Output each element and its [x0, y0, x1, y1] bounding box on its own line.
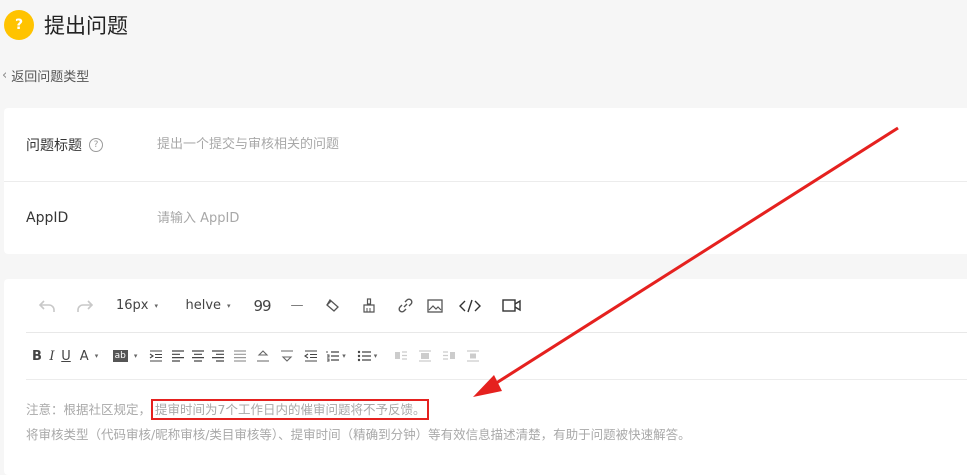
- notice-prefix: 注意：根据社区规定，: [26, 402, 152, 417]
- font-size-value: 16px: [115, 298, 149, 313]
- caret-down-icon: ▾: [94, 352, 99, 360]
- notice-line-2: 将审核类型（代码审核/昵称审核/类目审核等）、提审时间（精确到分钟）等有效信息描…: [26, 427, 691, 442]
- appid-input[interactable]: [157, 210, 717, 226]
- blockquote-button[interactable]: 99: [249, 279, 275, 332]
- caret-down-icon: ▾: [133, 352, 138, 360]
- line-height-icon[interactable]: [254, 333, 272, 379]
- back-link-label: 返回问题类型: [11, 70, 90, 85]
- redo-icon[interactable]: [72, 279, 98, 332]
- caret-down-icon: ▾: [227, 301, 231, 310]
- video-icon[interactable]: [499, 279, 523, 332]
- align-left-icon[interactable]: [169, 333, 187, 379]
- caret-down-icon: ▾: [154, 301, 158, 310]
- horizontal-rule-button[interactable]: —: [284, 279, 310, 332]
- format-brush-icon[interactable]: [358, 279, 380, 332]
- help-icon[interactable]: ?: [89, 137, 103, 152]
- editor-placeholder-notice[interactable]: 注意：根据社区规定， 提审时间为7个工作日内的催审问题将不予反馈。 将审核类型（代…: [26, 397, 691, 447]
- page-header: ? 提出问题: [4, 8, 128, 42]
- notice-line-1: 注意：根据社区规定， 提审时间为7个工作日内的催审问题将不予反馈。: [26, 397, 691, 422]
- caret-down-icon: ▾: [342, 352, 346, 360]
- align-right-icon[interactable]: [209, 333, 227, 379]
- rich-text-editor: 16px ▾ helve ▾ 99 — B I U A ▾ ab ▾ ▾ ▾ 注…: [4, 279, 967, 475]
- undo-icon[interactable]: [34, 279, 60, 332]
- caret-down-icon: ▾: [373, 352, 378, 360]
- outdent-icon[interactable]: [302, 333, 320, 379]
- eraser-icon[interactable]: [321, 279, 343, 332]
- bold-button[interactable]: B: [30, 333, 44, 379]
- float-none-icon[interactable]: [416, 333, 434, 379]
- appid-label: AppID: [26, 210, 69, 226]
- background-color-icon: ab: [112, 350, 128, 362]
- appid-row: AppID: [4, 181, 967, 254]
- question-form-card: 问题标题 ? AppID: [4, 108, 967, 254]
- title-label: 问题标题 ?: [26, 135, 157, 155]
- title-label-text: 问题标题: [26, 137, 82, 154]
- font-family-select[interactable]: helve ▾: [180, 279, 236, 332]
- italic-button[interactable]: I: [46, 333, 58, 379]
- float-center-icon[interactable]: [464, 333, 482, 379]
- highlighted-notice: 提审时间为7个工作日内的催审问题将不予反馈。: [151, 399, 430, 420]
- paragraph-spacing-icon[interactable]: [278, 333, 296, 379]
- indent-icon[interactable]: [147, 333, 165, 379]
- link-icon[interactable]: [394, 279, 416, 332]
- align-center-icon[interactable]: [189, 333, 207, 379]
- font-size-select[interactable]: 16px ▾: [110, 279, 164, 332]
- font-color-select[interactable]: A ▾: [76, 333, 102, 379]
- code-icon[interactable]: [456, 279, 484, 332]
- title-row: 问题标题 ?: [4, 108, 967, 181]
- editor-toolbar-bottom: B I U A ▾ ab ▾ ▾ ▾: [26, 333, 967, 380]
- question-badge-icon: ?: [4, 10, 34, 40]
- question-title-input[interactable]: [157, 137, 717, 152]
- justify-icon[interactable]: [231, 333, 249, 379]
- float-left-icon[interactable]: [392, 333, 410, 379]
- image-icon[interactable]: [424, 279, 446, 332]
- unordered-list-icon[interactable]: ▾: [354, 333, 380, 379]
- chevron-left-icon: ‹: [2, 68, 8, 83]
- underline-button[interactable]: U: [59, 333, 73, 379]
- ordered-list-icon[interactable]: ▾: [324, 333, 348, 379]
- back-to-question-types-link[interactable]: ‹ 返回问题类型: [2, 66, 89, 85]
- font-family-value: helve: [185, 298, 222, 313]
- font-color-icon: A: [79, 348, 89, 364]
- background-color-select[interactable]: ab ▾: [110, 333, 140, 379]
- editor-toolbar-top: 16px ▾ helve ▾ 99 —: [26, 279, 967, 333]
- float-right-icon[interactable]: [440, 333, 458, 379]
- page-title: 提出问题: [44, 14, 128, 38]
